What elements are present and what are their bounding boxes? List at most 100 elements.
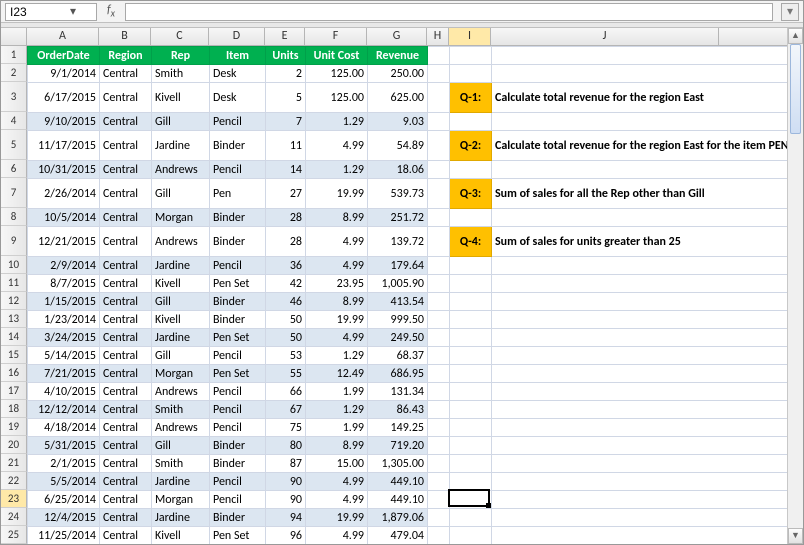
cell[interactable]: [428, 455, 450, 473]
cell[interactable]: [492, 329, 793, 347]
cell[interactable]: [428, 311, 450, 329]
cell[interactable]: [428, 347, 450, 365]
cell[interactable]: 42: [266, 275, 306, 293]
cell[interactable]: [450, 491, 492, 509]
cell[interactable]: [492, 311, 793, 329]
cell[interactable]: [428, 437, 450, 455]
row-header[interactable]: 11: [1, 274, 27, 292]
scroll-track[interactable]: [788, 44, 803, 528]
cell[interactable]: 125.00: [306, 83, 368, 113]
cell[interactable]: [450, 65, 492, 83]
question-badge[interactable]: Q-1:: [450, 83, 492, 113]
cell[interactable]: [428, 227, 450, 257]
cell[interactable]: Pencil: [210, 257, 266, 275]
cell[interactable]: 8.99: [306, 209, 368, 227]
cell[interactable]: 67: [266, 401, 306, 419]
question-text[interactable]: Calculate total revenue for the region E…: [492, 83, 793, 113]
cell[interactable]: [450, 161, 492, 179]
row-header[interactable]: 18: [1, 400, 27, 418]
col-header-E[interactable]: E: [265, 28, 305, 45]
cell[interactable]: [492, 401, 793, 419]
cell[interactable]: Central: [100, 131, 152, 161]
cell[interactable]: [428, 491, 450, 509]
cell[interactable]: 8.99: [306, 437, 368, 455]
table-header-cell[interactable]: Units: [266, 47, 306, 65]
scroll-up-icon[interactable]: ▲: [788, 28, 803, 44]
cell[interactable]: Central: [100, 257, 152, 275]
col-header-I[interactable]: I: [449, 28, 491, 45]
cell[interactable]: [428, 47, 450, 65]
cell[interactable]: [450, 419, 492, 437]
cell[interactable]: Pencil: [210, 491, 266, 509]
cell[interactable]: 23.95: [306, 275, 368, 293]
name-box[interactable]: ▾: [5, 3, 97, 21]
col-header-B[interactable]: B: [99, 28, 151, 45]
cell[interactable]: 1/15/2015: [28, 293, 100, 311]
cell[interactable]: Binder: [210, 227, 266, 257]
table-header-cell[interactable]: Region: [100, 47, 152, 65]
cell[interactable]: [450, 209, 492, 227]
cell[interactable]: 6/25/2014: [28, 491, 100, 509]
cell[interactable]: 28: [266, 209, 306, 227]
cell[interactable]: Binder: [210, 131, 266, 161]
cell[interactable]: 125.00: [306, 65, 368, 83]
cell[interactable]: 68.37: [368, 347, 428, 365]
cell[interactable]: Pen Set: [210, 365, 266, 383]
cell[interactable]: Central: [100, 329, 152, 347]
cell[interactable]: Gill: [152, 437, 210, 455]
cell[interactable]: [428, 401, 450, 419]
cell[interactable]: 4/18/2014: [28, 419, 100, 437]
cell[interactable]: Central: [100, 209, 152, 227]
cell[interactable]: [428, 179, 450, 209]
cell[interactable]: 5: [266, 83, 306, 113]
cell[interactable]: Desk: [210, 65, 266, 83]
cell[interactable]: Pencil: [210, 347, 266, 365]
cell[interactable]: [428, 209, 450, 227]
cell[interactable]: [450, 383, 492, 401]
cell[interactable]: 449.10: [368, 491, 428, 509]
cell[interactable]: [492, 383, 793, 401]
cell[interactable]: 90: [266, 491, 306, 509]
cell[interactable]: [428, 65, 450, 83]
cell[interactable]: Gill: [152, 113, 210, 131]
cell[interactable]: 2/1/2015: [28, 455, 100, 473]
cell[interactable]: 1,305.00: [368, 455, 428, 473]
cell[interactable]: 9/1/2014: [28, 65, 100, 83]
cell[interactable]: 9.03: [368, 113, 428, 131]
cell[interactable]: 1.29: [306, 347, 368, 365]
cell[interactable]: 10/31/2015: [28, 161, 100, 179]
cell[interactable]: Binder: [210, 311, 266, 329]
cell[interactable]: [428, 419, 450, 437]
col-header-G[interactable]: G: [367, 28, 427, 45]
cell[interactable]: Pencil: [210, 383, 266, 401]
cell[interactable]: Binder: [210, 455, 266, 473]
row-header[interactable]: 17: [1, 382, 27, 400]
cell[interactable]: 12/21/2015: [28, 227, 100, 257]
cell[interactable]: 15.00: [306, 455, 368, 473]
cell[interactable]: 18.06: [368, 161, 428, 179]
cell[interactable]: [450, 473, 492, 491]
cell[interactable]: Binder: [210, 509, 266, 527]
cell[interactable]: 55: [266, 365, 306, 383]
cell[interactable]: 12/4/2015: [28, 509, 100, 527]
cells-area[interactable]: OrderDateRegionRepItemUnitsUnit CostReve…: [27, 46, 793, 545]
row-header[interactable]: 25: [1, 526, 27, 544]
cell[interactable]: Central: [100, 347, 152, 365]
cell[interactable]: Central: [100, 275, 152, 293]
cell[interactable]: [492, 347, 793, 365]
cell[interactable]: 90: [266, 473, 306, 491]
cell[interactable]: Gill: [152, 347, 210, 365]
table-header-cell[interactable]: OrderDate: [28, 47, 100, 65]
cell[interactable]: [492, 491, 793, 509]
row-header[interactable]: 7: [1, 178, 27, 208]
row-header[interactable]: 22: [1, 472, 27, 490]
cell[interactable]: Binder: [210, 293, 266, 311]
question-badge[interactable]: Q-3:: [450, 179, 492, 209]
cell[interactable]: 80: [266, 437, 306, 455]
cell[interactable]: Kivell: [152, 311, 210, 329]
cell[interactable]: Jardine: [152, 509, 210, 527]
cell[interactable]: 19.99: [306, 311, 368, 329]
cell[interactable]: 1.99: [306, 419, 368, 437]
cell[interactable]: 413.54: [368, 293, 428, 311]
col-header-C[interactable]: C: [151, 28, 209, 45]
